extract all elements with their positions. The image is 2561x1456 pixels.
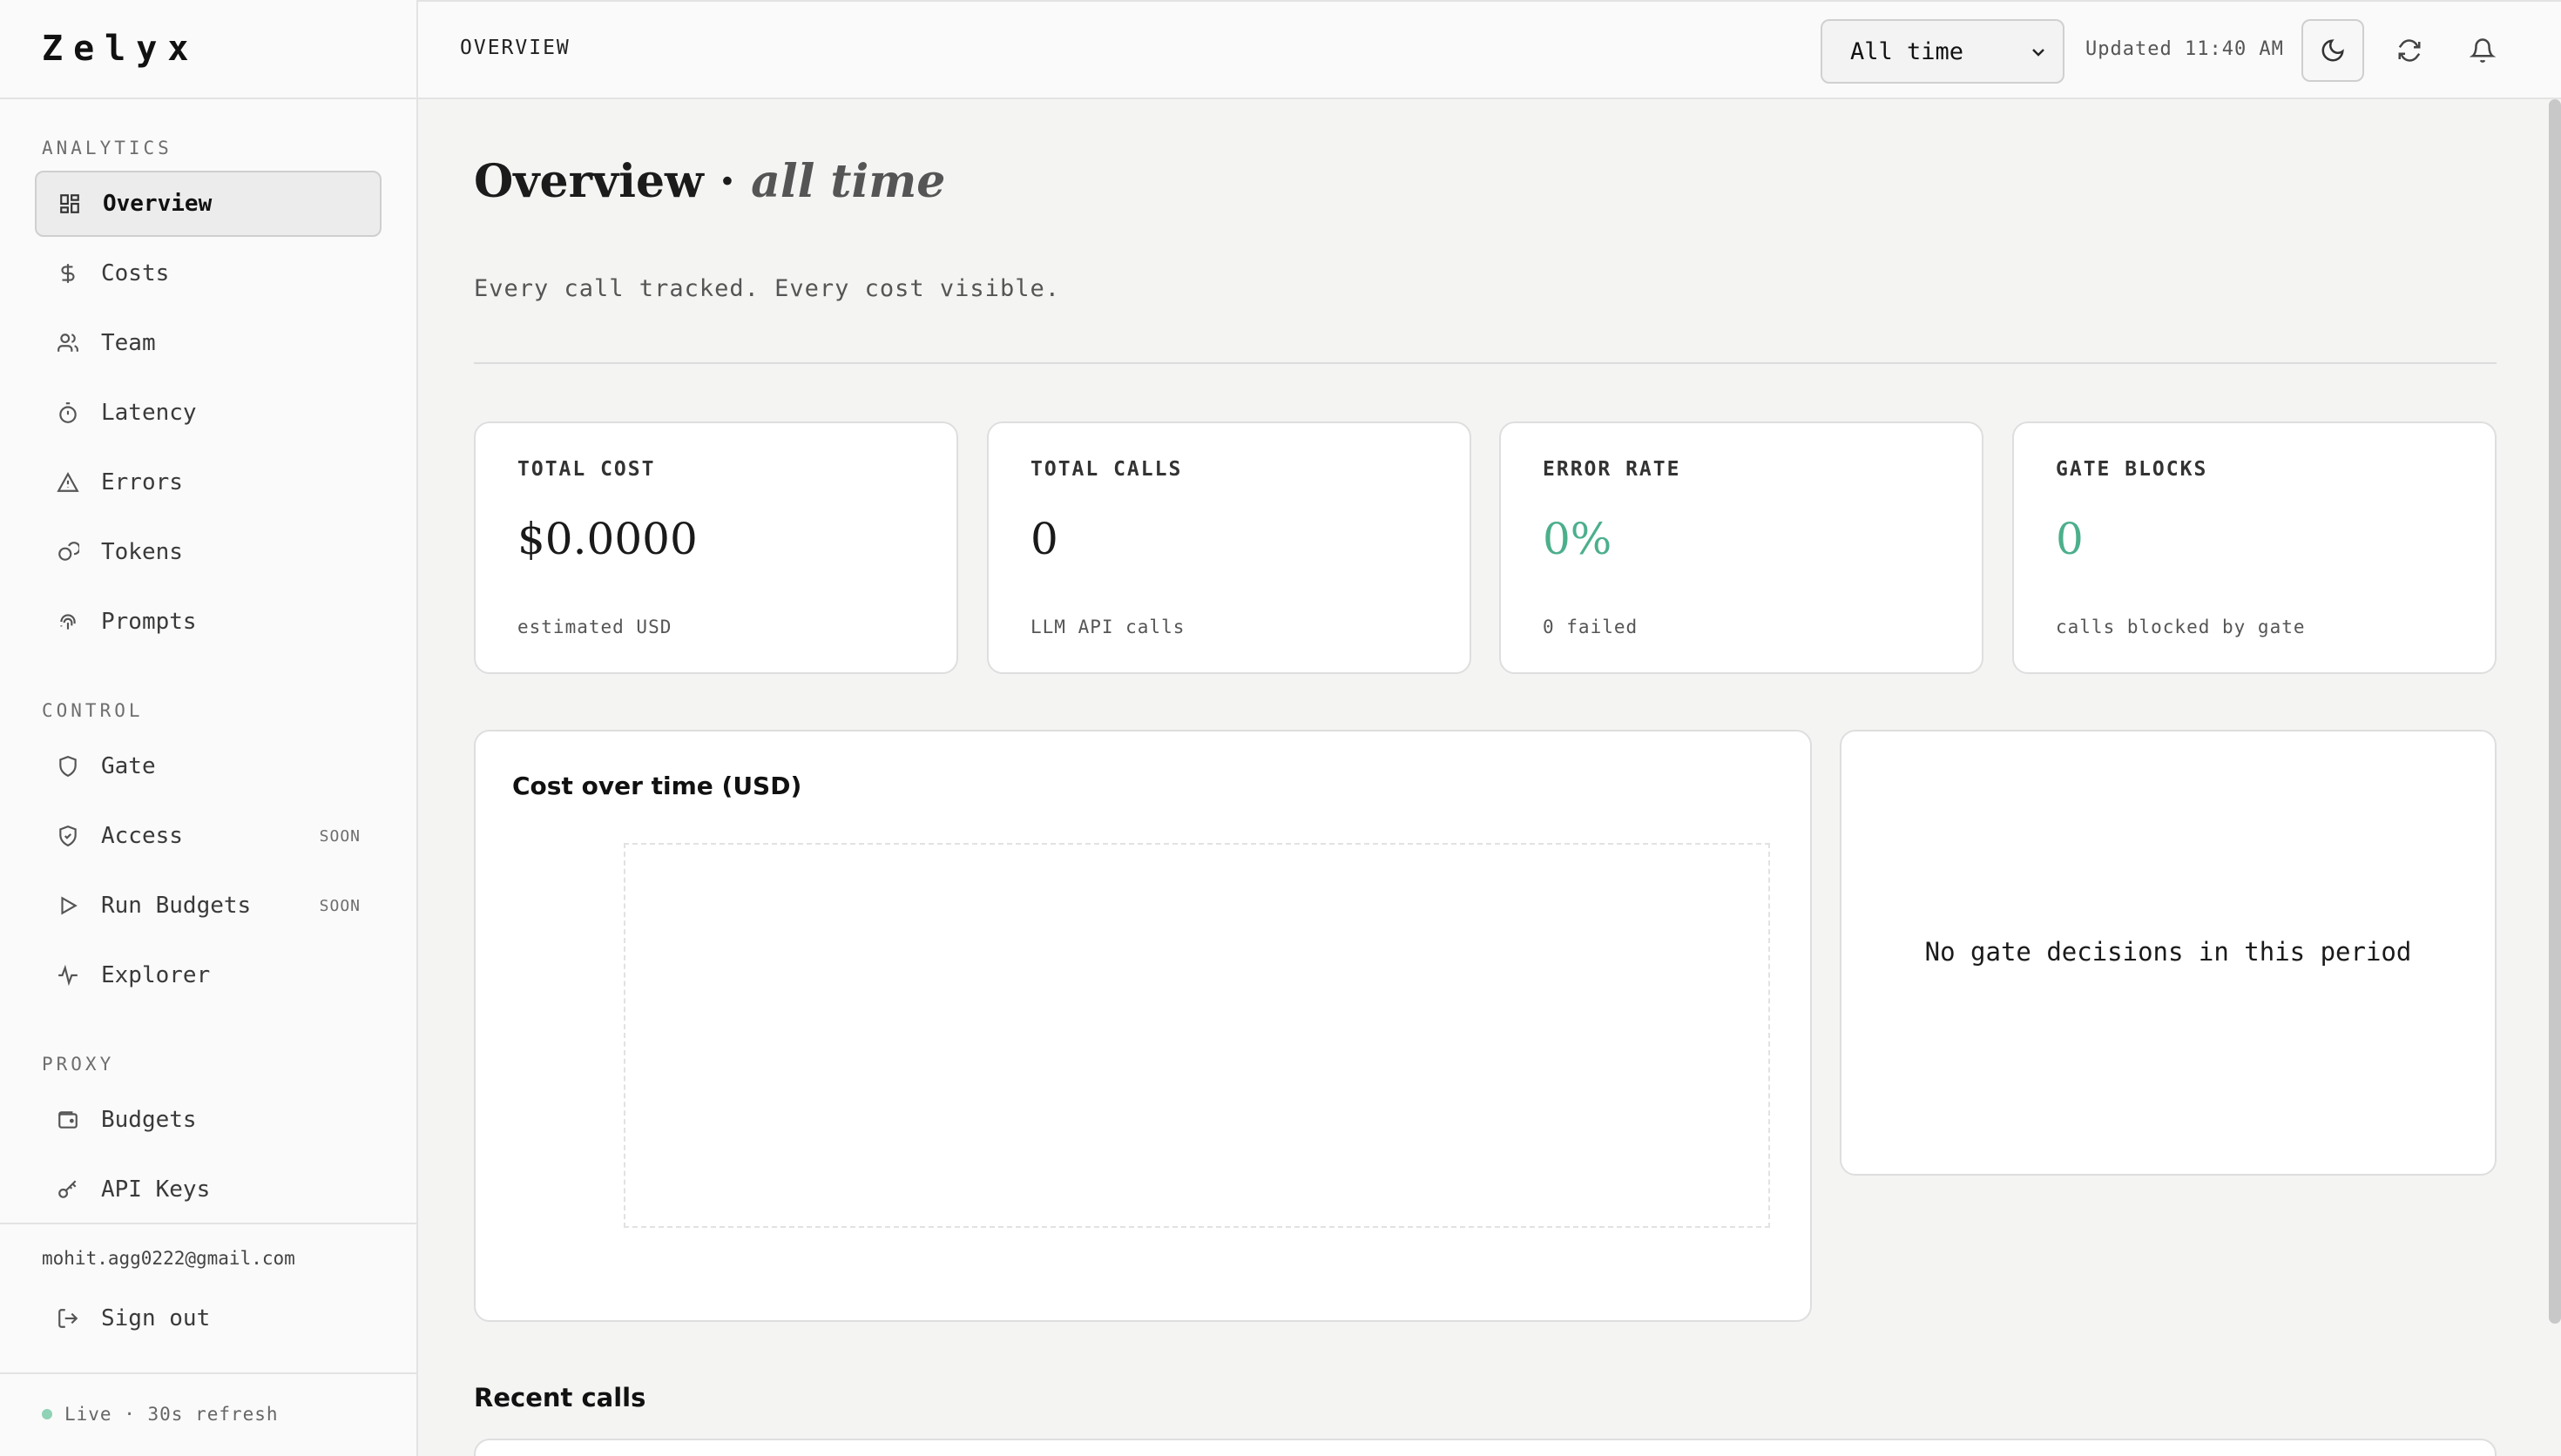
bell-icon (2470, 38, 2496, 63)
sidebar-item-errors[interactable]: Errors (35, 449, 382, 516)
sidebar-item-explorer[interactable]: Explorer (35, 942, 382, 1008)
sidebar-item-costs[interactable]: Costs (35, 240, 382, 307)
page-title-main: Overview · (474, 155, 736, 208)
sidebar-item-label: Explorer (101, 962, 211, 988)
moon-icon (2321, 39, 2344, 62)
live-dot-icon (42, 1409, 52, 1419)
kpi-note: 0 failed (1543, 617, 1639, 637)
kpi-card-total-calls: TOTAL CALLS 0 LLM API calls (987, 421, 1471, 674)
sidebar-divider (0, 1223, 416, 1224)
kpi-card-gate-blocks: GATE BLOCKS 0 calls blocked by gate (2012, 421, 2497, 674)
sidebar-item-latency[interactable]: Latency (35, 380, 382, 446)
sidebar-item-label: Costs (101, 260, 170, 286)
sidebar-item-gate[interactable]: Gate (35, 733, 382, 799)
kpi-label: TOTAL COST (517, 458, 656, 481)
sidebar-item-team[interactable]: Team (35, 310, 382, 376)
sidebar-item-label: Prompts (101, 609, 197, 635)
kpi-note: calls blocked by gate (2056, 617, 2306, 637)
sidebar-item-label: Errors (101, 469, 183, 495)
sidebar: Zelyx ANALYTICS Overview Costs Team Late… (0, 0, 418, 1456)
cost-chart-plot-area (624, 843, 1770, 1228)
sidebar-item-access[interactable]: Access SOON (35, 803, 382, 869)
timer-icon (56, 401, 80, 425)
sidebar-item-budgets[interactable]: Budgets (35, 1087, 382, 1153)
page-breadcrumb: OVERVIEW (460, 37, 571, 59)
sidebar-item-label: Access (101, 823, 183, 849)
grid-icon (57, 192, 82, 216)
updated-timestamp: Updated 11:40 AM (2085, 38, 2284, 60)
page-title-period: all time (751, 155, 946, 208)
page-tagline: Every call tracked. Every cost visible. (474, 275, 1060, 302)
section-label-analytics: ANALYTICS (42, 138, 172, 158)
live-status-text: Live · 30s refresh (64, 1404, 279, 1425)
recent-calls-card (474, 1439, 2497, 1456)
notifications-button[interactable] (2451, 19, 2514, 82)
kpi-card-total-cost: TOTAL COST $0.0000 estimated USD (474, 421, 958, 674)
sidebar-item-label: Budgets (101, 1107, 197, 1133)
sidebar-item-label: Tokens (101, 539, 183, 565)
logout-icon (56, 1306, 80, 1331)
shield-check-icon (56, 824, 80, 848)
kpi-label: GATE BLOCKS (2056, 458, 2208, 481)
sidebar-item-label: Run Budgets (101, 893, 252, 919)
shield-icon (56, 754, 80, 779)
sign-out-label: Sign out (101, 1305, 211, 1331)
dollar-icon (56, 261, 80, 286)
kpi-label: TOTAL CALLS (1030, 458, 1183, 481)
soon-badge: SOON (319, 826, 361, 846)
sidebar-item-run-budgets[interactable]: Run Budgets SOON (35, 873, 382, 939)
soon-badge: SOON (319, 896, 361, 915)
sidebar-item-tokens[interactable]: Tokens (35, 519, 382, 585)
period-select-value: All time (1850, 37, 1964, 65)
gate-empty-state: No gate decisions in this period (1924, 937, 2412, 967)
top-bar: OVERVIEW All time Updated 11:40 AM (418, 0, 2561, 99)
sidebar-item-prompts[interactable]: Prompts (35, 589, 382, 655)
sign-out-button[interactable]: Sign out (35, 1285, 382, 1352)
fingerprint-icon (56, 610, 80, 634)
section-label-control: CONTROL (42, 700, 144, 721)
recent-calls-title: Recent calls (474, 1383, 646, 1412)
sidebar-item-label: Overview (103, 191, 213, 217)
page-title: Overview · all time (474, 155, 945, 208)
kpi-value: $0.0000 (517, 514, 698, 564)
header-divider (474, 362, 2497, 364)
page-scrollbar[interactable] (2549, 99, 2561, 1324)
brand-logo[interactable]: Zelyx (0, 0, 416, 99)
theme-toggle-button[interactable] (2301, 19, 2364, 82)
kpi-value: 0 (1030, 514, 1058, 564)
period-select[interactable]: All time (1821, 19, 2064, 84)
cost-chart-card: Cost over time (USD) (474, 730, 1812, 1322)
chevron-down-icon (2032, 49, 2044, 57)
kpi-value: 0 (2056, 514, 2084, 564)
sidebar-item-api-keys[interactable]: API Keys (35, 1156, 382, 1223)
sidebar-item-label: API Keys (101, 1176, 211, 1203)
sidebar-item-label: Latency (101, 400, 197, 426)
coins-icon (56, 540, 80, 564)
sidebar-item-label: Gate (101, 753, 156, 779)
kpi-note: estimated USD (517, 617, 672, 637)
kpi-label: ERROR RATE (1543, 458, 1681, 481)
kpi-card-error-rate: ERROR RATE 0% 0 failed (1499, 421, 1983, 674)
user-email: mohit.agg0222@gmail.com (42, 1248, 295, 1269)
cost-chart-title: Cost over time (USD) (512, 772, 802, 800)
play-icon (56, 893, 80, 918)
kpi-value: 0% (1543, 514, 1612, 564)
sidebar-item-label: Team (101, 330, 156, 356)
refresh-button[interactable] (2378, 19, 2441, 82)
live-status: Live · 30s refresh (42, 1404, 279, 1425)
sidebar-item-overview[interactable]: Overview (35, 171, 382, 237)
section-label-proxy: PROXY (42, 1054, 115, 1075)
sidebar-divider (0, 1372, 416, 1374)
gate-decisions-card: No gate decisions in this period (1840, 730, 2497, 1176)
kpi-note: LLM API calls (1030, 617, 1186, 637)
wallet-icon (56, 1108, 80, 1132)
warning-triangle-icon (56, 470, 80, 495)
refresh-icon (2398, 39, 2421, 62)
activity-icon (56, 963, 80, 988)
users-icon (56, 331, 80, 355)
key-icon (56, 1177, 80, 1202)
